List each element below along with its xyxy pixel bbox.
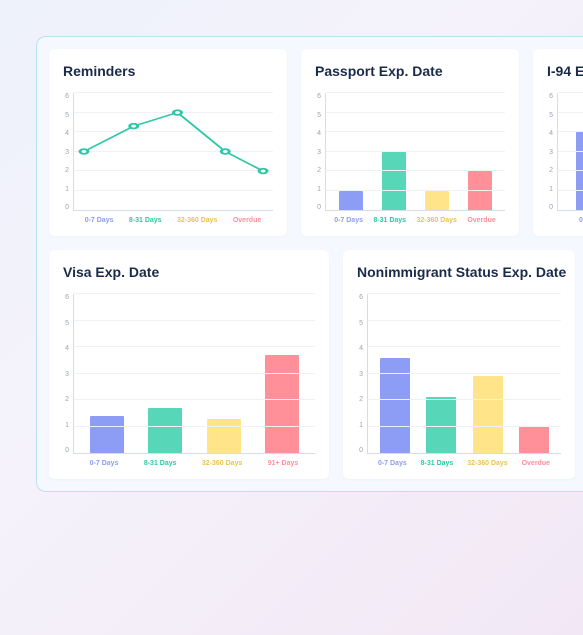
y-axis-labels: 6543210 — [355, 294, 363, 454]
x-labels: 0-7 Days — [557, 211, 583, 224]
card-reminders: Reminders 6 5 4 3 2 1 0 — [49, 49, 287, 236]
y-axis-labels: 6543210 — [61, 294, 69, 454]
plot-area — [73, 93, 273, 211]
plot-area — [325, 93, 505, 211]
card-visa: Visa Exp. Date 6543210 0-7 Days — [49, 250, 329, 479]
x-labels: 0-7 Days 8-31 Days 32-360 Days Overdue — [325, 211, 505, 224]
bar-8-31 — [148, 408, 182, 453]
bar-overdue — [468, 171, 492, 210]
card-title: Visa Exp. Date — [63, 264, 315, 280]
bar-32-360 — [473, 376, 503, 453]
bar-32-360 — [425, 191, 449, 211]
chart-passport: 6543210 — [315, 93, 505, 211]
chart-nonimmigrant: 6543210 — [357, 294, 561, 454]
line-points — [74, 93, 273, 210]
row-1: Reminders 6 5 4 3 2 1 0 — [49, 49, 583, 236]
row-2: Visa Exp. Date 6543210 0-7 Days — [49, 250, 583, 479]
chart-i94: 6543210 — [547, 93, 583, 211]
card-title: I-94 Exp. Date — [547, 63, 583, 79]
bar-32-360 — [207, 419, 241, 454]
card-i94: I-94 Exp. Date 6543210 0-7 Days — [533, 49, 583, 236]
card-nonimmigrant: Nonimmigrant Status Exp. Date 6543210 0- — [343, 250, 575, 479]
y-axis-labels: 6543210 — [545, 93, 553, 211]
dashboard-panel: Reminders 6 5 4 3 2 1 0 — [36, 36, 583, 492]
bars — [368, 294, 561, 453]
card-title: Reminders — [63, 63, 273, 79]
bar-overdue — [519, 426, 549, 453]
x-labels: 0-7 Days 8-31 Days 32-360 Days Overdue — [73, 211, 273, 224]
card-title: Passport Exp. Date — [315, 63, 505, 79]
plot-area — [73, 294, 315, 454]
bar-91plus — [265, 355, 299, 453]
x-labels: 0-7 Days 8-31 Days 32-360 Days 91+ Days — [73, 454, 315, 467]
y-axis-labels: 6 5 4 3 2 1 0 — [61, 93, 69, 211]
card-title: Nonimmigrant Status Exp. Date — [357, 264, 561, 280]
chart-visa: 6543210 — [63, 294, 315, 454]
plot-area — [557, 93, 583, 211]
plot-area — [367, 294, 561, 454]
bar-0-7 — [90, 416, 124, 453]
bar-0-7 — [339, 191, 363, 211]
y-axis-labels: 6543210 — [313, 93, 321, 211]
card-passport: Passport Exp. Date 6543210 0-7 Days — [301, 49, 519, 236]
chart-reminders: 6 5 4 3 2 1 0 — [63, 93, 273, 211]
bars — [74, 294, 315, 453]
x-labels: 0-7 Days 8-31 Days 32-360 Days Overdue — [367, 454, 561, 467]
bar-8-31 — [382, 152, 406, 211]
